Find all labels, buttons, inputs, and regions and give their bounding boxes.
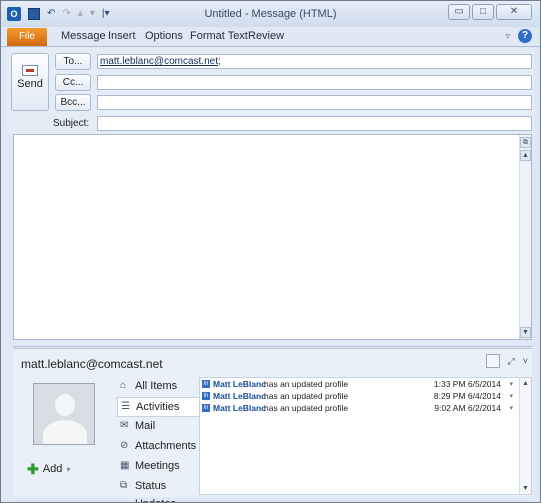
chevron-down-icon: ▾ <box>66 464 71 474</box>
chevron-down-icon[interactable]: ▾ <box>509 379 513 390</box>
send-button[interactable]: Send <box>11 53 49 111</box>
list-item[interactable]: in Matt LeBlanc has an updated profile 9… <box>200 403 531 414</box>
tab-file[interactable]: File <box>7 28 47 46</box>
add-contact-button[interactable]: ✚ Add ▾ <box>27 461 71 477</box>
avatar <box>33 383 95 445</box>
to-button[interactable]: To... <box>55 53 91 70</box>
activity-person[interactable]: Matt LeBlanc <box>213 391 266 402</box>
nav-item-label: Status Updates <box>135 480 176 502</box>
nav-item-attachments[interactable]: ⊘ Attachments <box>117 437 199 457</box>
nav-item-all-items[interactable]: ⌂ All Items <box>117 377 199 397</box>
contact-email: matt.leblanc@comcast.net <box>21 357 163 371</box>
status-icon: ⧉ <box>120 480 128 491</box>
activity-text: has an updated profile <box>264 403 349 413</box>
activity-list: in Matt LeBlanc has an updated profile 1… <box>199 377 532 495</box>
linkedin-icon: in <box>202 380 210 388</box>
nav-item-label: Mail <box>135 420 156 432</box>
activity-list-scrollbar[interactable]: ▲ ▼ <box>519 378 531 494</box>
nav-item-label: Activities <box>136 401 180 413</box>
collapse-ribbon-icon[interactable]: ▿ <box>505 31 510 42</box>
activity-time: 9:02 AM 6/2/2014 <box>434 403 501 413</box>
activities-icon: ☰ <box>121 401 130 412</box>
scroll-up-icon[interactable]: ▲ <box>522 380 529 387</box>
scroll-down-icon[interactable]: ▼ <box>520 327 531 338</box>
window-controls: ▭ □ ✕ <box>448 4 532 20</box>
list-item[interactable]: in Matt LeBlanc has an updated profile 8… <box>200 391 531 402</box>
help-icon[interactable]: ? <box>518 29 532 43</box>
activity-text: has an updated profile <box>264 379 349 389</box>
subject-label: Subject: <box>53 118 90 129</box>
to-separator: ; <box>217 56 221 67</box>
tab-message[interactable]: Message <box>61 30 106 42</box>
linkedin-icon: in <box>202 404 210 412</box>
scroll-down-icon[interactable]: ▼ <box>522 485 529 492</box>
people-pane-nav: ⌂ All Items ☰ Activities ✉ Mail ⊘ Attach… <box>117 377 199 502</box>
message-header: Send To... matt.leblanc@comcast.net; Cc.… <box>7 48 534 134</box>
to-field[interactable]: matt.leblanc@comcast.net; <box>97 54 532 69</box>
chevron-down-icon[interactable]: ▾ <box>509 403 513 414</box>
send-envelope-icon <box>22 65 38 76</box>
nav-item-label: Attachments <box>135 440 197 452</box>
minimize-button[interactable]: ▭ <box>448 4 470 20</box>
people-pane-tools: ⤢ ˅ <box>485 354 528 368</box>
to-recipient[interactable]: matt.leblanc@comcast.net <box>100 56 218 67</box>
expand-pane-icon[interactable]: ⤢ <box>508 356 515 367</box>
tab-review[interactable]: Review <box>248 30 284 42</box>
ruler-toggle-icon[interactable]: ⧉ <box>520 137 531 148</box>
body-scrollbar[interactable]: ⧉ ▲ ▼ <box>519 135 531 339</box>
linkedin-icon: in <box>202 392 210 400</box>
avatar-head-shape <box>55 394 75 416</box>
subject-field[interactable] <box>97 116 532 131</box>
cc-field[interactable] <box>97 75 532 90</box>
calendar-icon: ▦ <box>120 460 130 471</box>
list-item[interactable]: in Matt LeBlanc has an updated profile 1… <box>200 379 531 390</box>
ribbon-right-controls: ▿ ? <box>505 29 532 43</box>
activity-time: 8:29 PM 6/4/2014 <box>433 391 501 401</box>
contact-card-icon[interactable] <box>485 354 500 368</box>
paperclip-icon: ⊘ <box>120 440 129 451</box>
activity-text: has an updated profile <box>264 391 349 401</box>
people-pane: matt.leblanc@comcast.net ⤢ ˅ ✚ Add ▾ ⌂ A… <box>13 349 532 502</box>
message-body-editor[interactable]: ⧉ ▲ ▼ <box>13 134 532 340</box>
ribbon-tabs: File Message Insert Options Format Text … <box>1 27 540 47</box>
chevron-down-icon[interactable]: ▾ <box>509 391 513 402</box>
send-label: Send <box>17 78 43 90</box>
home-icon: ⌂ <box>120 380 127 391</box>
outlook-message-window: O ↶ ↷ ▴ ▾ |▾ Untitled - Message (HTML) ▭… <box>0 0 541 503</box>
bcc-field[interactable] <box>97 95 532 110</box>
mail-icon: ✉ <box>120 420 129 431</box>
activity-time: 1:33 PM 6/5/2014 <box>433 379 501 389</box>
nav-item-activities[interactable]: ☰ Activities <box>117 397 199 417</box>
activity-person[interactable]: Matt LeBlanc <box>213 379 266 390</box>
nav-item-mail[interactable]: ✉ Mail <box>117 417 199 437</box>
tab-format-text[interactable]: Format Text <box>190 30 248 42</box>
scroll-up-icon[interactable]: ▲ <box>520 150 531 161</box>
nav-item-meetings[interactable]: ▦ Meetings <box>117 457 199 477</box>
tab-insert[interactable]: Insert <box>108 30 136 42</box>
nav-item-label: Meetings <box>135 460 180 472</box>
tab-options[interactable]: Options <box>145 30 183 42</box>
title-bar: O ↶ ↷ ▴ ▾ |▾ Untitled - Message (HTML) ▭… <box>1 1 540 27</box>
plus-icon: ✚ <box>27 461 39 477</box>
avatar-shoulders-shape <box>43 420 87 444</box>
collapse-pane-icon[interactable]: ˅ <box>523 356 528 366</box>
close-button[interactable]: ✕ <box>496 4 532 20</box>
activity-person[interactable]: Matt LeBlanc <box>213 403 266 414</box>
maximize-button[interactable]: □ <box>472 4 494 20</box>
bcc-button[interactable]: Bcc... <box>55 94 91 111</box>
add-label: Add <box>42 463 63 475</box>
cc-button[interactable]: Cc... <box>55 74 91 91</box>
nav-item-label: All Items <box>135 380 178 392</box>
nav-item-status-updates[interactable]: ⧉ Status Updates <box>117 477 199 502</box>
